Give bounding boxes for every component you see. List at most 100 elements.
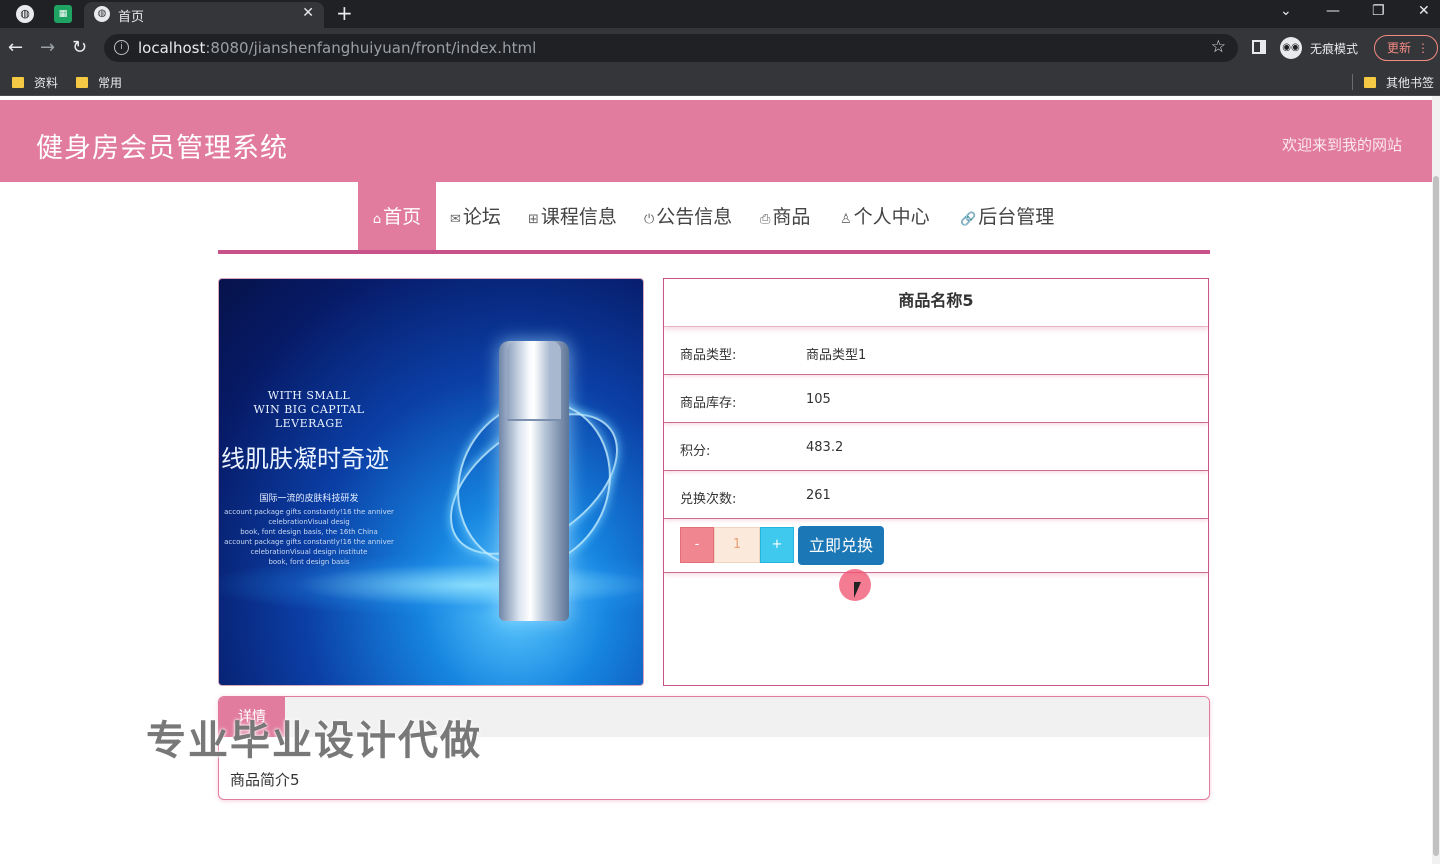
nav-item-home[interactable]: ⌂ 首页 <box>358 182 436 250</box>
browser-toolbar: ← → ↻ i localhost:8080/jianshenfanghuiyu… <box>0 28 1440 68</box>
image-small-line: celebrationVisual desig <box>268 518 350 526</box>
power-icon: ⏻ <box>644 212 655 227</box>
window-close-icon[interactable]: ✕ <box>1418 3 1430 19</box>
image-small-line: account package gifts constantly!16 the … <box>224 538 394 546</box>
grid-icon: ⊞ <box>528 212 539 227</box>
image-small-print: 国际一流的皮肤科技研发 account package gifts consta… <box>219 494 399 567</box>
menu-dots-icon[interactable]: ⋮ <box>1417 36 1429 60</box>
product-row-stock: 商品库存: 105 <box>664 375 1208 423</box>
product-image: WITH SMALL WIN BIG CAPITAL LEVERAGE 线肌肤凝… <box>218 278 644 686</box>
image-caption-en: WITH SMALL WIN BIG CAPITAL LEVERAGE <box>219 389 399 431</box>
nav-item-announcements[interactable]: ⏻ 公告信息 <box>644 182 732 250</box>
url-text[interactable]: localhost:8080/jianshenfanghuiyuan/front… <box>138 39 536 57</box>
page-scrollbar[interactable] <box>1432 96 1440 864</box>
globe-icon[interactable]: ◍ <box>16 5 34 23</box>
nav-label: 课程信息 <box>540 206 617 228</box>
image-line1: WITH SMALL <box>267 389 351 402</box>
bookmark-folder-ziliao[interactable]: 资料 <box>12 74 58 91</box>
product-row-redemptions: 兑换次数: 261 <box>664 471 1208 519</box>
update-label: 更新 <box>1387 41 1412 55</box>
minimize-icon[interactable]: — <box>1326 3 1340 19</box>
product-row-points: 积分: 483.2 <box>664 423 1208 471</box>
nav-item-admin[interactable]: 🔗 后台管理 <box>960 182 1054 250</box>
bookmark-label: 资料 <box>34 76 59 90</box>
row-value: 105 <box>806 392 831 407</box>
quantity-input[interactable]: 1 <box>714 527 760 563</box>
site-info-icon[interactable]: i <box>114 40 129 55</box>
row-label: 兑换次数: <box>680 492 737 507</box>
incognito-icon[interactable]: ◉◉ <box>1280 37 1302 59</box>
product-actions: - 1 + 立即兑换 <box>664 519 1208 573</box>
bookmark-folder-changyong[interactable]: 常用 <box>76 74 122 91</box>
site-welcome: 欢迎来到我的网站 <box>1281 136 1402 154</box>
row-label: 商品库存: <box>680 396 737 411</box>
url-host: localhost <box>138 39 206 57</box>
tab-globe-icon: ◍ <box>94 6 110 22</box>
reload-icon[interactable]: ↻ <box>72 37 87 58</box>
site-header: 健身房会员管理系统 欢迎来到我的网站 <box>0 100 1432 182</box>
image-small-line: account package gifts constantly!16 the … <box>224 508 394 516</box>
page-viewport: 健身房会员管理系统 欢迎来到我的网站 ⌂ 首页 ✉ 论坛 ⊞ 课程信息 ⏻ 公告信息 ⎙… <box>0 96 1440 864</box>
row-value: 483.2 <box>806 440 844 455</box>
folder-icon <box>12 77 24 88</box>
bookmark-label: 常用 <box>98 76 123 90</box>
image-small-line: book, font design basis, the 16th China <box>240 528 378 536</box>
tab-title: 首页 <box>118 10 145 25</box>
bookmark-star-icon[interactable]: ☆ <box>1211 37 1226 57</box>
image-small-title: 国际一流的皮肤科技研发 <box>259 494 359 504</box>
nav-item-forum[interactable]: ✉ 论坛 <box>450 182 501 250</box>
folder-icon <box>76 77 88 88</box>
scrollbar-thumb[interactable] <box>1433 176 1439 856</box>
incognito-label: 无痕模式 <box>1310 42 1359 56</box>
row-label: 商品类型: <box>680 348 737 363</box>
bookmarks-bar: 资料 常用 其他书签 <box>0 68 1440 96</box>
site-title: 健身房会员管理系统 <box>36 133 288 164</box>
bookmarks-divider <box>1352 74 1353 90</box>
nav-label: 商品 <box>772 206 811 228</box>
nav-label: 后台管理 <box>978 206 1055 228</box>
spreadsheet-icon[interactable]: ▦ <box>54 5 72 23</box>
image-headline: 线肌肤凝时奇迹 <box>221 445 389 473</box>
quantity-decrement-button[interactable]: - <box>680 527 714 563</box>
product-info-panel: 商品名称5 商品类型: 商品类型1 商品库存: 105 积分: 483.2 兑换… <box>663 278 1209 686</box>
url-path: :8080/jianshenfanghuiyuan/front/index.ht… <box>205 39 537 57</box>
product-name: 商品名称5 <box>664 279 1208 327</box>
printer-icon: ⎙ <box>760 212 771 227</box>
row-label: 积分: <box>680 444 711 459</box>
home-icon: ⌂ <box>372 212 382 227</box>
nav-item-courses[interactable]: ⊞ 课程信息 <box>528 182 617 250</box>
nav-label: 首页 <box>383 206 422 228</box>
update-button[interactable]: 更新 ⋮ <box>1374 35 1438 61</box>
tab-search-icon[interactable]: ⌄ <box>1280 3 1292 19</box>
nav-item-profile[interactable]: ♙ 个人中心 <box>840 182 930 250</box>
product-row-type: 商品类型: 商品类型1 <box>664 327 1208 375</box>
browser-tab[interactable]: ◍ 首页 ✕ <box>84 2 324 28</box>
nav-item-products[interactable]: ⎙ 商品 <box>760 182 810 250</box>
link-icon: 🔗 <box>960 212 977 227</box>
mail-icon: ✉ <box>450 212 461 227</box>
back-icon[interactable]: ← <box>8 37 23 58</box>
other-bookmarks-label: 其他书签 <box>1386 76 1435 90</box>
image-line2: WIN BIG CAPITAL LEVERAGE <box>253 403 365 430</box>
forward-icon[interactable]: → <box>40 37 55 58</box>
tab-close-icon[interactable]: ✕ <box>302 5 314 21</box>
user-icon: ♙ <box>840 212 852 227</box>
row-value: 商品类型1 <box>806 348 867 363</box>
image-bottle-cap <box>507 341 561 421</box>
main-nav: ⌂ 首页 ✉ 论坛 ⊞ 课程信息 ⏻ 公告信息 ⎙ 商品 ♙ 个人中心 🔗 后台管理 <box>218 182 1210 254</box>
nav-label: 论坛 <box>462 206 501 228</box>
image-small-line: book, font design basis <box>268 558 350 566</box>
nav-label: 公告信息 <box>656 206 733 228</box>
quantity-increment-button[interactable]: + <box>760 527 794 563</box>
restore-icon[interactable]: ❐ <box>1372 3 1385 19</box>
nav-label: 个人中心 <box>853 206 930 228</box>
other-bookmarks[interactable]: 其他书签 <box>1364 74 1434 91</box>
side-panel-icon[interactable] <box>1252 40 1266 54</box>
watermark: 专业毕业设计代做 <box>146 718 482 764</box>
new-tab-icon[interactable]: + <box>336 1 353 25</box>
address-bar[interactable]: i localhost:8080/jianshenfanghuiyuan/fro… <box>104 34 1238 62</box>
redeem-now-button[interactable]: 立即兑换 <box>798 526 884 565</box>
browser-tab-bar: ◍ ▦ ◍ 首页 ✕ + ⌄ — ❐ ✕ <box>0 0 1440 28</box>
image-small-line: celebrationVisual design institute <box>250 548 368 556</box>
product-description: 商品简介5 <box>230 771 300 789</box>
